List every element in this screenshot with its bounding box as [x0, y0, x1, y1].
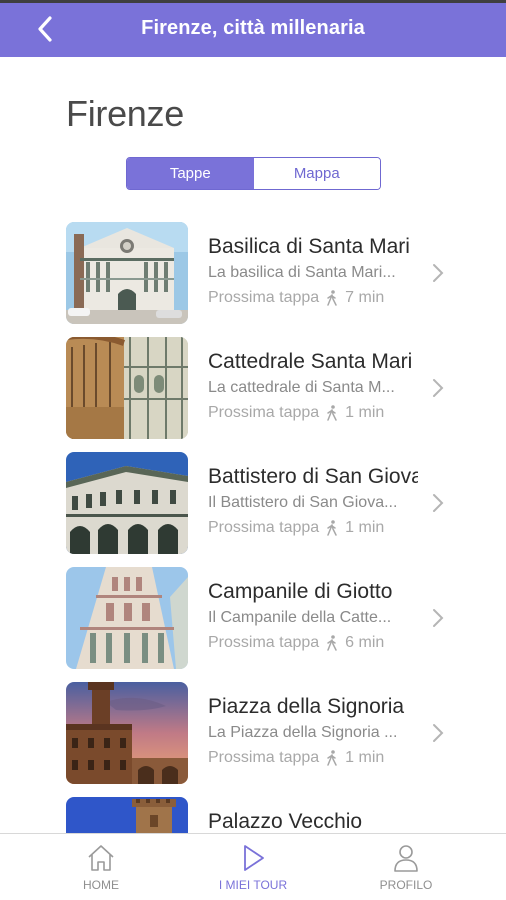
view-toggle: Tappe Mappa: [126, 157, 381, 190]
nav-home-label: HOME: [83, 878, 119, 892]
next-stop-info: Prossima tappa 1 min: [208, 749, 384, 767]
nav-home[interactable]: HOME: [41, 842, 161, 892]
next-stop-info: Prossima tappa 6 min: [208, 634, 384, 652]
nav-my-tours-label: I MIEI TOUR: [218, 878, 288, 892]
stop-description: Il Campanile della Catte...: [208, 609, 392, 626]
chevron-right-icon: [430, 377, 446, 399]
chevron-right-icon: [430, 607, 446, 629]
walk-time: 1 min: [345, 519, 385, 536]
play-icon: [193, 842, 313, 874]
stop-description: La cattedrale di Santa M...: [208, 379, 395, 396]
stop-name: Palazzo Vecchio: [208, 810, 363, 833]
stop-description: Il Battistero di San Giova...: [208, 494, 398, 511]
page-title: Firenze: [66, 93, 184, 134]
next-stop-label: Prossima tappa: [208, 519, 320, 536]
walking-icon: [326, 635, 338, 651]
next-stop-label: Prossima tappa: [208, 404, 320, 421]
chevron-right-icon: [430, 262, 446, 284]
next-stop-label: Prossima tappa: [208, 289, 320, 306]
user-icon: [346, 842, 466, 874]
walk-time: 1 min: [345, 404, 385, 421]
stop-item-palazzo-vecchio[interactable]: Palazzo Vecchio: [0, 793, 506, 833]
stop-name: Battistero di San Giova: [208, 465, 418, 488]
stop-description: La Piazza della Signoria ...: [208, 724, 398, 741]
stop-name: Piazza della Signoria: [208, 695, 405, 718]
next-stop-info: Prossima tappa 1 min: [208, 519, 384, 537]
tab-mappa[interactable]: Mappa: [253, 158, 380, 189]
nav-profile[interactable]: PROFILO: [346, 842, 466, 892]
next-stop-label: Prossima tappa: [208, 634, 320, 651]
next-stop-info: Prossima tappa 7 min: [208, 289, 384, 307]
stop-thumbnail: [66, 567, 188, 669]
stop-item-signoria[interactable]: Piazza della Signoria La Piazza della Si…: [0, 678, 506, 784]
stop-thumbnail: [66, 797, 188, 833]
stop-thumbnail: [66, 452, 188, 554]
nav-my-tours[interactable]: I MIEI TOUR: [193, 842, 313, 892]
stop-description: La basilica di Santa Mari...: [208, 264, 396, 281]
next-stop-info: Prossima tappa 1 min: [208, 404, 384, 422]
app-header: Firenze, città millenaria: [0, 0, 506, 57]
stops-list: Basilica di Santa Mari La basilica di Sa…: [0, 218, 506, 833]
stop-item-cattedrale[interactable]: Cattedrale Santa Mari La cattedrale di S…: [0, 333, 506, 439]
stop-thumbnail: [66, 337, 188, 439]
walk-time: 6 min: [345, 634, 385, 651]
home-icon: [41, 842, 161, 874]
next-stop-label: Prossima tappa: [208, 749, 320, 766]
chevron-right-icon: [430, 492, 446, 514]
walking-icon: [326, 750, 338, 766]
stop-thumbnail: [66, 682, 188, 784]
walking-icon: [326, 405, 338, 421]
stop-item-campanile[interactable]: Campanile di Giotto Il Campanile della C…: [0, 563, 506, 669]
bottom-navigation: HOME I MIEI TOUR PROFILO: [0, 833, 506, 900]
stop-thumbnail: [66, 222, 188, 324]
walking-icon: [326, 290, 338, 306]
walk-time: 1 min: [345, 749, 385, 766]
stop-name: Campanile di Giotto: [208, 580, 393, 603]
nav-profile-label: PROFILO: [379, 878, 433, 892]
header-title: Firenze, città millenaria: [141, 17, 365, 39]
chevron-right-icon: [430, 722, 446, 744]
walk-time: 7 min: [345, 289, 385, 306]
walking-icon: [326, 520, 338, 536]
stop-name: Basilica di Santa Mari: [208, 235, 410, 258]
stop-item-basilica[interactable]: Basilica di Santa Mari La basilica di Sa…: [0, 218, 506, 324]
stop-name: Cattedrale Santa Mari: [208, 350, 413, 373]
stop-item-battistero[interactable]: Battistero di San Giova Il Battistero di…: [0, 448, 506, 554]
tab-tappe[interactable]: Tappe: [127, 158, 254, 189]
